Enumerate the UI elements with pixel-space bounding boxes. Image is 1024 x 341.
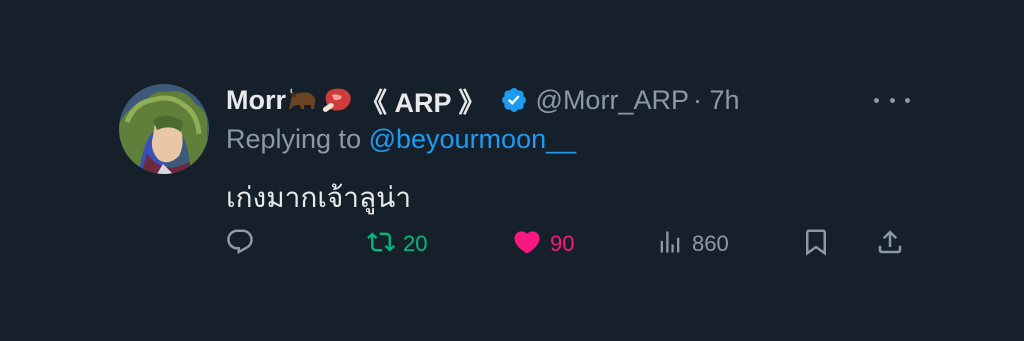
retweet-icon bbox=[367, 228, 395, 261]
tweet[interactable]: Morr 《 ARP 》 @Morr_ARP · 7h Replying to … bbox=[0, 0, 1024, 341]
verified-icon[interactable] bbox=[500, 86, 528, 114]
reply-icon bbox=[225, 227, 255, 262]
retweet-count: 20 bbox=[403, 231, 428, 256]
bookmark-icon bbox=[801, 227, 831, 262]
display-name-suffix[interactable]: 《 ARP 》 bbox=[360, 81, 486, 120]
share-button[interactable] bbox=[875, 222, 905, 266]
views-button[interactable]: 860 bbox=[656, 222, 729, 266]
like-button[interactable]: 90 bbox=[512, 222, 574, 266]
heart-icon bbox=[512, 227, 542, 262]
tweet-header: Morr 《 ARP 》 @Morr_ARP · 7h bbox=[226, 80, 740, 120]
retweet-button[interactable]: 20 bbox=[367, 222, 427, 266]
timestamp[interactable]: · 7h bbox=[693, 85, 740, 116]
replying-to-mention[interactable]: @beyourmoon__ bbox=[369, 124, 577, 154]
bookmark-button[interactable] bbox=[801, 222, 831, 266]
meat-emoji-icon bbox=[320, 85, 354, 115]
avatar[interactable] bbox=[119, 84, 209, 174]
reply-button[interactable] bbox=[225, 222, 255, 266]
tweet-text: เก่งมากเจ้าลูน่า bbox=[226, 182, 412, 213]
views-icon bbox=[656, 228, 684, 261]
replying-to: Replying to @beyourmoon__ bbox=[226, 124, 576, 155]
like-count: 90 bbox=[550, 231, 575, 256]
bison-emoji-icon bbox=[288, 87, 318, 113]
replying-prefix: Replying to bbox=[226, 124, 369, 154]
views-count: 860 bbox=[692, 231, 729, 256]
handle[interactable]: @Morr_ARP bbox=[536, 85, 689, 116]
share-icon bbox=[875, 227, 905, 262]
action-bar: 20 90 860 bbox=[0, 222, 1024, 266]
more-icon[interactable] bbox=[874, 88, 910, 112]
display-name[interactable]: Morr bbox=[226, 85, 286, 116]
